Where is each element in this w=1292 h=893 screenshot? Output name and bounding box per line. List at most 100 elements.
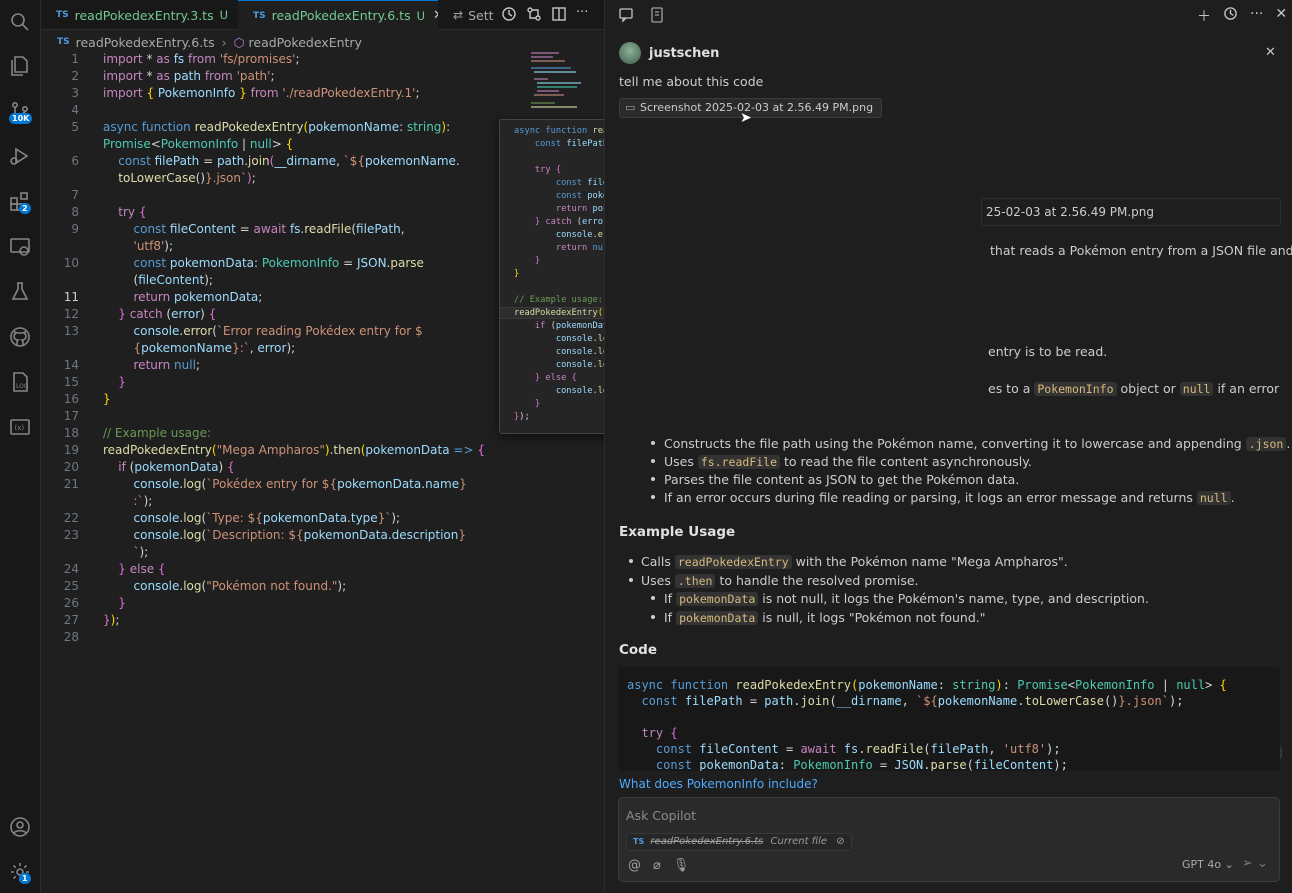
code-line: try { <box>641 726 678 740</box>
code-line: const pokemonData: PokemonInfo = JSON.pa… <box>133 256 424 270</box>
extensions-badge: 2 <box>19 203 31 214</box>
activity-bar: 10K 2 LOG (x) 1 <box>0 0 41 893</box>
variables-icon[interactable]: (x) <box>6 413 34 441</box>
chat-question: tell me about this code <box>619 74 764 89</box>
minimap[interactable] <box>531 52 589 112</box>
code-line: async function readPokedexEntry(pokemonN… <box>627 678 1227 692</box>
response-bullet: If pokemonData is null, it logs "Pokémon… <box>664 610 986 625</box>
line-number: 27 <box>63 613 79 627</box>
inline-code: null <box>1196 491 1231 505</box>
response-code-block[interactable]: async function readPokedexEntry(pokemonN… <box>618 667 1280 771</box>
attach-paperclip-icon[interactable]: ⌀ <box>653 858 661 873</box>
section-heading: Code <box>619 642 658 658</box>
line-number: 13 <box>63 324 79 338</box>
context-file-name: readPokedexEntry.6.ts <box>650 836 764 847</box>
run-debug-icon[interactable] <box>6 142 34 170</box>
code-line: console.log(`Pokédex entry for ${pokemon… <box>133 477 467 491</box>
text: If <box>664 591 673 606</box>
editor-actions: ··· <box>501 6 588 26</box>
tab-label: Sett <box>468 7 494 23</box>
files-icon[interactable] <box>6 52 34 80</box>
preview-code-line: } else { <box>534 373 577 383</box>
chat-icon[interactable] <box>618 6 636 28</box>
breadcrumb-file[interactable]: readPokedexEntry.6.ts <box>76 35 215 50</box>
breadcrumb: TS readPokedexEntry.6.ts › ⬡ readPokedex… <box>41 31 604 53</box>
code-line: toLowerCase()}.json`); <box>118 171 256 185</box>
close-panel-icon[interactable]: ✕ <box>1275 6 1287 26</box>
microphone-icon[interactable]: 🎙︎ <box>673 858 690 873</box>
svg-text:(x): (x) <box>15 424 25 432</box>
inline-code: PokemonInfo <box>1034 382 1117 396</box>
breadcrumb-symbol[interactable]: readPokedexEntry <box>249 35 362 50</box>
response-bullet: If pokemonData is not null, it logs the … <box>664 591 1149 606</box>
line-number: 5 <box>71 120 79 134</box>
accounts-icon[interactable] <box>6 813 34 841</box>
remove-request-icon[interactable]: ✕ <box>1265 45 1276 60</box>
text: is null, it logs "Pokémon not found." <box>762 610 986 625</box>
editor-tab-bar: TS readPokedexEntry.3.ts U TS readPokede… <box>41 0 604 30</box>
input-toolbar: @ ⌀ 🎙︎ <box>628 858 689 873</box>
tab-status: U <box>416 8 426 23</box>
send-icon[interactable]: ➢ ⌄ <box>1242 856 1268 871</box>
chat-input-box[interactable]: Ask Copilot TS readPokedexEntry.6.ts Cur… <box>618 797 1280 882</box>
preview-code-line: // Example usage: <box>514 295 603 305</box>
attachment-reference[interactable]: 25-02-03 at 2.56.49 PM.png <box>981 198 1281 226</box>
settings-tab-icon: ⇄ <box>453 8 464 22</box>
line-number: 21 <box>63 477 79 491</box>
compare-changes-icon[interactable] <box>526 6 542 26</box>
code-line: // Example usage: <box>103 426 212 440</box>
chat-history-icon[interactable] <box>1223 6 1238 26</box>
response-bullet: Constructs the file path using the Pokém… <box>664 436 1291 451</box>
more-actions-icon[interactable]: ··· <box>1250 6 1263 26</box>
code-line: const filePath = path.join(__dirname, `$… <box>641 694 1184 708</box>
line-number: 14 <box>63 358 79 372</box>
line-number: 15 <box>63 375 79 389</box>
followup-suggestion-link[interactable]: What does PokemonInfo include? <box>619 777 818 791</box>
code-line: console.log(`Description: ${pokemonData.… <box>133 528 467 542</box>
output-log-icon[interactable]: LOG <box>6 368 34 396</box>
code-line: const fileContent = await fs.readFile(fi… <box>133 222 405 236</box>
line-number: 4 <box>71 103 79 117</box>
tab-readpokedexentry-6[interactable]: TS readPokedexEntry.6.ts U ✕ <box>238 0 438 30</box>
code-line: console.log(`Type: ${pokemonData.type}`)… <box>133 511 401 525</box>
response-text: es to a PokemonInfo object or null if an… <box>988 381 1279 396</box>
tab-readpokedexentry-3[interactable]: TS readPokedexEntry.3.ts U <box>41 0 238 30</box>
code-line: console.error(`Error reading Pokédex ent… <box>133 324 423 338</box>
line-number: 18 <box>63 426 79 440</box>
inline-code: readPokedexEntry <box>674 555 792 569</box>
chat-input[interactable]: Ask Copilot <box>626 808 696 823</box>
text: object or <box>1120 381 1176 396</box>
remote-explorer-icon[interactable] <box>6 233 34 261</box>
response-bullet: Uses .then to handle the resolved promis… <box>641 573 919 588</box>
chevron-down-icon: ⌄ <box>1224 858 1234 871</box>
inline-code: pokemonData <box>676 592 759 606</box>
tab-settings[interactable]: ⇄ Sett <box>441 0 497 30</box>
line-number: 6 <box>71 154 79 168</box>
code-line: const filePath = path.join(__dirname, `$… <box>118 154 460 168</box>
eye-closed-icon[interactable]: ⊘ <box>836 836 844 847</box>
github-icon[interactable] <box>6 323 34 351</box>
response-bullet: Parses the file content as JSON to get t… <box>664 472 1020 487</box>
mention-at-icon[interactable]: @ <box>628 858 641 873</box>
code-line: return null; <box>133 358 200 372</box>
new-chat-plus-icon[interactable]: ＋ <box>1197 6 1211 26</box>
edits-icon[interactable] <box>648 6 666 28</box>
code-line: async function readPokedexEntry(pokemonN… <box>103 120 451 134</box>
close-tab-icon[interactable]: ✕ <box>433 8 438 23</box>
context-file-chip[interactable]: TS readPokedexEntry.6.ts Current file ⊘ <box>626 833 852 851</box>
model-picker[interactable]: GPT 4o ⌄ <box>1182 858 1234 871</box>
code-line: Promise<PokemonInfo | null> { <box>103 137 294 151</box>
line-number: 28 <box>63 630 79 644</box>
explorer-search-icon[interactable] <box>6 8 34 36</box>
split-editor-icon[interactable] <box>551 6 567 26</box>
typescript-icon: TS <box>57 37 70 47</box>
testing-flask-icon[interactable] <box>6 278 34 306</box>
timeline-history-icon[interactable] <box>501 6 517 26</box>
code-line: }); <box>103 613 120 627</box>
text: es to a <box>988 381 1031 396</box>
code-line: :`); <box>133 494 153 508</box>
more-actions-icon[interactable]: ··· <box>576 6 588 26</box>
line-number: 10 <box>63 256 79 270</box>
bullet <box>651 596 655 600</box>
line-number: 16 <box>63 392 79 406</box>
